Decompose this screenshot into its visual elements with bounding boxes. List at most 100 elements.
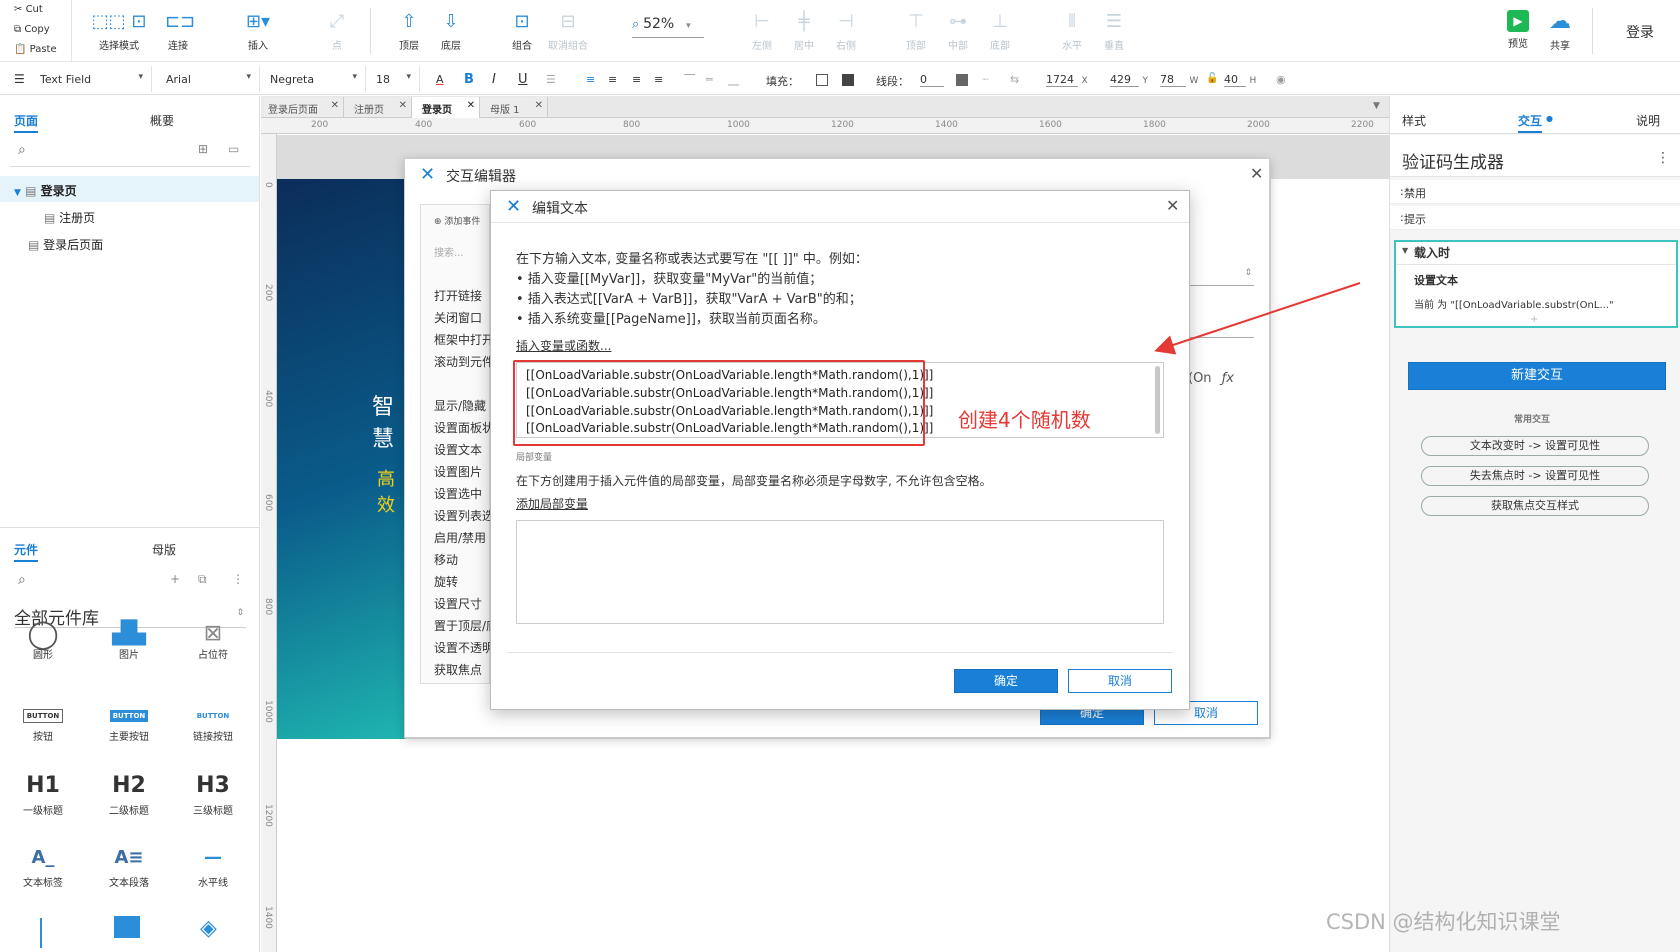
font-size-dropdown[interactable]: 18	[370, 66, 420, 92]
layers-widget-icon[interactable]: ◈	[200, 916, 217, 941]
distribute-vertical-button[interactable]: ☰ 垂直	[1092, 10, 1136, 52]
add-local-variable-link[interactable]: 添加局部变量	[516, 495, 588, 512]
tabs-overflow-icon[interactable]: ▼	[1373, 101, 1380, 111]
align-text-left-button[interactable]: ≡	[586, 73, 595, 86]
action-enable-disable[interactable]: 启用/禁用	[434, 529, 486, 546]
widget-more-icon[interactable]: ⋮	[1656, 150, 1670, 166]
copy-button[interactable]: ⧉ Copy	[14, 24, 50, 35]
x-input[interactable]: 1724 X	[1046, 73, 1106, 87]
widget-name[interactable]: 验证码生成器	[1402, 148, 1504, 173]
widget-link-button[interactable]: BUTTON 链接按钮	[178, 692, 248, 743]
tab-style[interactable]: 样式	[1402, 112, 1426, 129]
send-to-back-button[interactable]: ⇩ 底层	[429, 10, 473, 52]
library-window-icon[interactable]: ⧉	[198, 572, 207, 587]
textarea-scrollbar[interactable]	[1155, 366, 1160, 434]
group-button[interactable]: ⊡ 组合	[500, 10, 544, 52]
widget-primary-button[interactable]: BUTTON 主要按钮	[94, 692, 164, 743]
align-middle-button[interactable]: ⊶ 中部	[936, 10, 980, 52]
common-interaction-focus-style[interactable]: 获取焦点交互样式	[1421, 496, 1649, 516]
action-set-opacity[interactable]: 设置不透明	[434, 639, 494, 656]
add-page-icon[interactable]: ⊞	[198, 142, 208, 156]
height-input[interactable]: 40 H	[1224, 73, 1274, 87]
tab-widgets[interactable]: 元件	[14, 541, 39, 562]
action-move[interactable]: 移动	[434, 551, 458, 568]
insert-variable-link[interactable]: 插入变量或函数...	[516, 337, 611, 354]
align-top-button[interactable]: ⊤ 顶部	[894, 10, 938, 52]
tab-interactions[interactable]: 交互	[1518, 112, 1543, 133]
page-item-register[interactable]: ▤ 注册页	[44, 209, 95, 226]
action-search-input[interactable]: 搜索...	[434, 244, 464, 259]
add-folder-icon[interactable]: ▭	[228, 142, 239, 156]
font-color-button[interactable]: A	[436, 73, 444, 86]
point-button[interactable]: ⤢ 点	[315, 10, 359, 52]
tab-after-login-page[interactable]: 登录后页面 ✕	[262, 97, 344, 117]
font-style-dropdown[interactable]: Negreta	[264, 66, 366, 92]
select-mode-button[interactable]: ⬚⬚ ⊡ 选择模式	[84, 10, 154, 52]
zoom-control[interactable]: ⌕ 52% ▾	[632, 16, 704, 38]
align-right-button[interactable]: ⊣ 右侧	[824, 10, 868, 52]
widget-image[interactable]: ▟▙ 图片	[94, 621, 164, 661]
widget-h3[interactable]: H3 三级标题	[178, 766, 248, 817]
disabled-row[interactable]: : 禁用	[1390, 180, 1680, 204]
align-text-center-button[interactable]: ≡	[608, 73, 617, 86]
line-width-input[interactable]: 0	[920, 73, 944, 87]
action-set-text[interactable]: 设置文本	[434, 441, 482, 458]
action-open-in-frame[interactable]: 框架中打开	[434, 331, 494, 348]
fill-color-swatch[interactable]	[816, 74, 828, 86]
valign-middle-button[interactable]: ═	[706, 73, 713, 86]
close-icon[interactable]: ✕	[331, 100, 339, 111]
widget-placeholder[interactable]: ⊠ 占位符	[178, 621, 248, 661]
tab-outline[interactable]: 概要	[150, 112, 174, 129]
paste-button[interactable]: 📋 Paste	[14, 44, 57, 55]
widget-type-dropdown[interactable]: ☰ Text Field	[0, 66, 152, 92]
action-scroll-to[interactable]: 滚动到元件	[434, 353, 494, 370]
action-show-hide[interactable]: 显示/隐藏	[434, 397, 486, 414]
library-search-icon[interactable]: ⌕	[18, 572, 26, 588]
valign-bottom-button[interactable]: ⎽	[728, 73, 739, 87]
bring-to-front-button[interactable]: ⇧ 顶层	[387, 10, 431, 52]
common-interaction-blur[interactable]: 失去焦点时 -> 设置可见性	[1421, 466, 1649, 486]
add-library-icon[interactable]: +	[170, 572, 180, 586]
local-variables-list[interactable]	[516, 520, 1164, 624]
align-center-button[interactable]: ╪ 居中	[782, 10, 826, 52]
interaction-editor-field-1[interactable]: ⇕	[1190, 268, 1254, 286]
cut-button[interactable]: ✂ Cut	[14, 4, 43, 15]
action-set-size[interactable]: 设置尺寸	[434, 595, 482, 612]
underline-button[interactable]: U	[518, 72, 528, 87]
insert-button[interactable]: ⊞▾ 插入	[236, 10, 280, 52]
action-focus[interactable]: 获取焦点	[434, 661, 482, 678]
line-pattern-button[interactable]: ┈	[982, 73, 989, 86]
align-left-button[interactable]: ⊢ 左侧	[740, 10, 784, 52]
library-more-icon[interactable]: ⋮	[232, 572, 244, 586]
action-close-window[interactable]: 关闭窗口	[434, 309, 482, 326]
interaction-editor-close-icon[interactable]: ✕	[1250, 164, 1263, 183]
add-event-button[interactable]: ⊕ 添加事件	[434, 214, 480, 227]
lock-ratio-icon[interactable]: 🔓	[1206, 73, 1218, 84]
tab-notes[interactable]: 说明	[1636, 112, 1660, 129]
page-item-login[interactable]: ▼ ▤ 登录页	[14, 182, 77, 199]
align-text-right-button[interactable]: ≡	[632, 73, 641, 86]
visibility-eye-icon[interactable]: ◉	[1276, 73, 1286, 86]
widget-h1[interactable]: H1 一级标题	[8, 766, 78, 817]
bullet-list-button[interactable]: ☰	[546, 73, 556, 86]
preview-button[interactable]: ▶ 预览	[1496, 10, 1540, 50]
add-action-icon[interactable]: +	[1530, 314, 1538, 325]
ungroup-button[interactable]: ⊟ 取消组合	[546, 10, 590, 52]
vertical-line-widget-icon[interactable]	[40, 918, 42, 948]
align-text-justify-button[interactable]: ≡	[654, 73, 663, 86]
valign-top-button[interactable]: ⎺	[684, 73, 695, 87]
edit-text-ok-button[interactable]: 确定	[954, 669, 1058, 693]
interaction-editor-field-2[interactable]	[1190, 320, 1254, 338]
bold-button[interactable]: B	[464, 72, 474, 87]
italic-button[interactable]: I	[492, 72, 496, 87]
widget-circle[interactable]: ◯ 圆形	[8, 617, 78, 661]
widget-horizontal-line[interactable]: — 水平线	[178, 838, 248, 889]
fill-shadow-swatch[interactable]	[842, 74, 854, 86]
widget-paragraph[interactable]: A≡ 文本段落	[94, 838, 164, 889]
hint-row[interactable]: : 提示	[1390, 206, 1680, 230]
close-icon[interactable]: ✕	[399, 100, 407, 111]
action-set-selected[interactable]: 设置选中	[434, 485, 482, 502]
close-icon[interactable]: ✕	[467, 100, 475, 111]
new-interaction-button[interactable]: 新建交互	[1408, 362, 1666, 390]
pages-search-icon[interactable]: ⌕	[18, 142, 26, 158]
